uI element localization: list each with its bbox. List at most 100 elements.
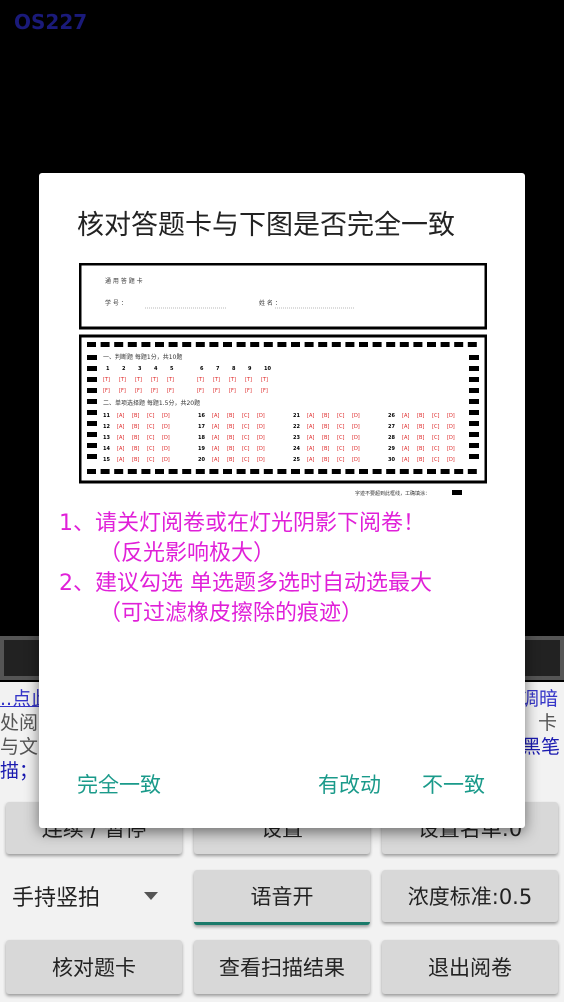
mc-option: [B] — [417, 424, 424, 430]
tf-number: 6 — [200, 366, 204, 372]
timing-mark — [469, 421, 479, 426]
timing-mark — [87, 388, 97, 393]
message-line-4: （可过滤橡皮擦除的痕迹） — [99, 601, 364, 626]
timing-mark — [100, 342, 110, 347]
timing-mark — [263, 469, 273, 474]
mc-option: [D] — [352, 435, 360, 441]
mc-option: [C] — [147, 424, 154, 430]
tf-option: [F] — [167, 388, 174, 394]
mc-option: [A] — [117, 435, 124, 441]
mc-option: [C] — [242, 413, 249, 419]
mc-number: 19 — [198, 446, 205, 452]
mc-option: [C] — [432, 413, 439, 419]
view-results-button[interactable]: 查看扫描结果 — [194, 940, 370, 994]
timing-mark — [413, 342, 423, 347]
tf-number: 8 — [232, 366, 236, 372]
mc-option: [B] — [417, 435, 424, 441]
mc-option: [B] — [227, 413, 234, 419]
timing-mark — [331, 469, 341, 474]
timing-mark — [155, 342, 164, 347]
message-line-2: （反光影响极大） — [99, 541, 276, 566]
consistent-button[interactable]: 完全一致 — [77, 769, 161, 799]
sheet-header-title: 通 用 答 题 卡 — [105, 277, 143, 285]
mc-option: [D] — [257, 457, 265, 463]
mc-option: [A] — [212, 457, 219, 463]
sheet-header-id: 学 号 ： — [105, 299, 127, 307]
sheet-section2: 二、单项选择题 每题1.5分，共20题 — [103, 399, 200, 407]
mc-number: 12 — [103, 424, 110, 430]
tf-option: [F] — [229, 388, 236, 394]
sheet-bottom-marks — [87, 469, 477, 474]
tf-option: [F] — [135, 388, 142, 394]
tf-option: [T] — [261, 377, 268, 383]
mc-option: [C] — [242, 424, 249, 430]
timing-mark — [469, 443, 479, 448]
timing-mark — [236, 469, 246, 474]
timing-mark — [114, 342, 124, 347]
mode-dropdown[interactable]: 手持竖拍 — [6, 870, 182, 922]
timing-mark — [291, 469, 300, 474]
mc-option: [A] — [212, 424, 219, 430]
mc-option: [B] — [322, 435, 329, 441]
bg-text-line: 调暗 — [520, 688, 559, 710]
tf-number: 5 — [170, 366, 174, 372]
tf-number: 7 — [216, 366, 220, 372]
mc-option: [B] — [417, 446, 424, 452]
mc-option: [A] — [212, 446, 219, 452]
voice-toggle-button[interactable]: 语音开 — [194, 870, 370, 925]
tf-option: [T] — [213, 377, 220, 383]
tf-number: 9 — [248, 366, 252, 372]
mc-option: [D] — [447, 457, 455, 463]
timing-mark — [250, 469, 260, 474]
timing-mark — [304, 469, 314, 474]
mc-number: 15 — [103, 457, 110, 463]
mc-option: [D] — [447, 435, 455, 441]
mc-option: [B] — [132, 446, 139, 452]
mc-option: [C] — [147, 435, 154, 441]
check-card-button[interactable]: 核对题卡 — [6, 940, 182, 994]
timing-mark — [182, 342, 192, 347]
mc-option: [A] — [307, 424, 314, 430]
mc-number: 13 — [103, 435, 110, 441]
sheet-footer: 字迹不要超到此框线，工确填涂： — [355, 490, 430, 497]
timing-mark — [331, 342, 341, 347]
density-button[interactable]: 浓度标准:0.5 — [382, 870, 558, 922]
message-line-3: 2、建议勾选 单选题多选时自动选最大 — [59, 571, 432, 596]
answer-sheet-image: 通 用 答 题 卡 学 号 ： 姓 名 ： 一、判断题 每题1分，共10题 1 [… — [79, 263, 487, 497]
timing-mark — [277, 469, 287, 474]
timing-mark — [195, 469, 205, 474]
timing-mark — [155, 469, 164, 474]
timing-mark — [168, 342, 178, 347]
timing-mark — [236, 342, 246, 347]
mc-option: [D] — [162, 457, 170, 463]
mc-option: [D] — [447, 424, 455, 430]
exit-button[interactable]: 退出阅卷 — [382, 940, 558, 994]
mc-number: 30 — [388, 457, 395, 463]
mc-option: [D] — [352, 413, 360, 419]
mc-option: [A] — [212, 435, 219, 441]
mc-option: [C] — [147, 446, 154, 452]
timing-mark — [345, 342, 355, 347]
timing-mark — [87, 410, 97, 415]
timing-mark — [359, 469, 368, 474]
mc-number: 26 — [388, 413, 395, 419]
tf-option: [T] — [119, 377, 126, 383]
mc-number: 25 — [293, 457, 300, 463]
mc-option: [D] — [162, 446, 170, 452]
tf-option: [F] — [119, 388, 126, 394]
mc-number: 21 — [293, 413, 300, 419]
changed-button[interactable]: 有改动 — [318, 769, 381, 799]
timing-mark — [127, 342, 137, 347]
mc-option: [D] — [162, 413, 170, 419]
timing-mark — [291, 342, 300, 347]
inconsistent-button[interactable]: 不一致 — [422, 769, 485, 799]
mc-option: [D] — [447, 446, 455, 452]
mc-option: [C] — [147, 413, 154, 419]
bg-text-line: 卡 — [538, 712, 558, 734]
mc-number: 27 — [388, 424, 395, 430]
mc-option: [D] — [257, 446, 265, 452]
timing-mark — [223, 342, 232, 347]
timing-mark — [427, 342, 436, 347]
mc-option: [C] — [337, 413, 344, 419]
tf-option: [T] — [245, 377, 252, 383]
